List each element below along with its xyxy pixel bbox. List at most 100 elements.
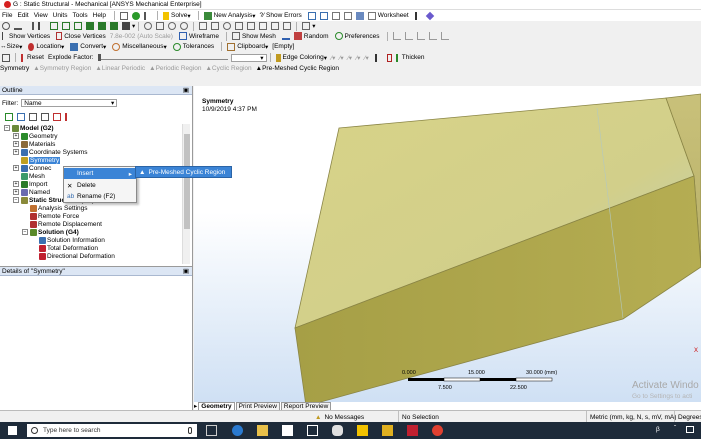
clipboard-button[interactable]: Clipboard ▾ bbox=[225, 42, 268, 51]
expand-node-icon[interactable]: + bbox=[13, 133, 19, 139]
taskbar-search-input[interactable]: Type here to search bbox=[27, 424, 197, 437]
tolerances-button[interactable]: Tolerances bbox=[171, 42, 214, 51]
size-button[interactable]: ↔ Size ▾ bbox=[0, 43, 22, 51]
check-icon[interactable] bbox=[132, 11, 141, 20]
expand-node-icon[interactable]: + bbox=[13, 189, 19, 195]
tree-node[interactable]: Mesh bbox=[13, 172, 45, 180]
chevron-down-icon[interactable]: ▾ bbox=[132, 22, 135, 30]
tree-node[interactable]: − Model (G2) bbox=[4, 124, 54, 132]
collapse-node-icon[interactable]: − bbox=[13, 197, 19, 203]
zoom-to-fit-icon[interactable] bbox=[211, 22, 220, 30]
task-view-icon[interactable] bbox=[206, 425, 217, 436]
edge-direction-icon[interactable] bbox=[392, 32, 401, 40]
magnifier-icon[interactable] bbox=[223, 22, 232, 30]
cloud-icon[interactable] bbox=[332, 425, 343, 436]
tree-node[interactable]: + Connec bbox=[13, 164, 51, 172]
ctx-insert[interactable]: Insert ▸ bbox=[64, 168, 136, 179]
slider-thumb[interactable] bbox=[97, 54, 101, 61]
location-button[interactable]: Location ▾ bbox=[26, 42, 64, 51]
network-icon[interactable] bbox=[686, 426, 694, 433]
reset-button[interactable]: Reset bbox=[19, 53, 44, 62]
tree-node[interactable]: Solution Information bbox=[31, 236, 105, 244]
worksheet-button[interactable]: Worksheet bbox=[366, 11, 409, 20]
expand-icon[interactable] bbox=[17, 113, 25, 121]
report-icon[interactable] bbox=[331, 11, 340, 20]
status-messages[interactable]: ▲ No Messages bbox=[312, 411, 364, 422]
table-icon[interactable] bbox=[307, 11, 316, 20]
face-select-icon[interactable] bbox=[50, 22, 58, 30]
menu-edit[interactable]: Edit bbox=[17, 12, 28, 19]
tab-scroll-left-icon[interactable]: ▸ bbox=[194, 402, 197, 410]
explode-dropdown[interactable]: ▾ bbox=[230, 53, 267, 62]
edge-style-4-button[interactable]: ∕▾ bbox=[356, 54, 360, 62]
solve-button[interactable]: Solve ▾ bbox=[161, 11, 191, 20]
set-view-icon[interactable] bbox=[283, 22, 292, 30]
geometry-model[interactable] bbox=[194, 86, 701, 402]
cyclic-region-button[interactable]: ▲ Cyclic Region bbox=[205, 65, 251, 72]
expand-node-icon[interactable]: + bbox=[13, 141, 19, 147]
view-icon[interactable] bbox=[355, 11, 364, 20]
point-select-icon[interactable] bbox=[14, 22, 22, 30]
box-zoom-icon[interactable] bbox=[199, 22, 208, 30]
chrome-icon[interactable] bbox=[432, 425, 443, 436]
edge-style-3-button[interactable]: ∕▾ bbox=[348, 54, 352, 62]
wireframe-button[interactable]: Wireframe bbox=[177, 32, 219, 40]
pointer-icon[interactable] bbox=[38, 22, 46, 30]
tree-node[interactable]: Directional Deformation bbox=[31, 252, 115, 260]
random-colors-button[interactable]: Random bbox=[292, 32, 329, 40]
tab-geometry[interactable]: Geometry bbox=[198, 402, 235, 410]
close-vertices-button[interactable]: Close Vertices bbox=[54, 32, 106, 40]
menu-help[interactable]: Help bbox=[93, 12, 106, 19]
tag-icon[interactable] bbox=[425, 11, 434, 20]
selection-filter-icon[interactable] bbox=[110, 22, 118, 30]
magnifier-window-icon[interactable] bbox=[235, 22, 244, 30]
show-vertices-button[interactable]: Show Vertices bbox=[0, 32, 50, 40]
expand-all-icon[interactable] bbox=[41, 113, 49, 121]
select-mode-icon[interactable] bbox=[122, 22, 130, 30]
ctx-rename[interactable]: ab Rename (F2) bbox=[64, 191, 136, 202]
ctx-delete[interactable]: ✕ Delete bbox=[64, 180, 136, 191]
edge-direction-icon[interactable] bbox=[440, 32, 449, 40]
rotate-icon[interactable] bbox=[2, 22, 10, 30]
tab-report-preview[interactable]: Report Preview bbox=[280, 402, 332, 410]
edge-browser-icon[interactable] bbox=[232, 425, 243, 436]
next-view-icon[interactable] bbox=[259, 22, 268, 30]
filter-dropdown[interactable]: Name ▾ bbox=[21, 99, 118, 107]
edge-direction-icon[interactable] bbox=[428, 32, 437, 40]
extend-icon[interactable] bbox=[86, 22, 94, 30]
tree-node[interactable]: + Coordinate Systems bbox=[13, 148, 88, 156]
status-units[interactable]: Metric (mm, kg, N, s, mV, mA) bbox=[586, 411, 676, 422]
microphone-icon[interactable] bbox=[188, 427, 192, 434]
graphics-viewport[interactable]: Symmetry 10/9/2019 4:37 PM X 0.000 15.00… bbox=[194, 86, 701, 402]
scrollbar-thumb[interactable] bbox=[184, 134, 190, 229]
collapse-node-icon[interactable]: − bbox=[4, 125, 10, 131]
expand-node-icon[interactable]: + bbox=[13, 165, 19, 171]
show-mesh-button[interactable]: Show Mesh bbox=[230, 32, 276, 40]
tree-node[interactable]: Remote Force bbox=[22, 212, 79, 220]
ansys-app-icon[interactable] bbox=[382, 425, 393, 436]
tree-node[interactable]: + Materials bbox=[13, 140, 55, 148]
tree-node[interactable]: Analysis Settings bbox=[22, 204, 88, 212]
user-icon[interactable]: β bbox=[656, 426, 660, 433]
tree-node[interactable]: + Import bbox=[13, 180, 47, 188]
show-errors-button[interactable]: ?⁄ Show Errors bbox=[260, 12, 302, 19]
collapse-node-icon[interactable]: − bbox=[22, 229, 28, 235]
menu-tools[interactable]: Tools bbox=[72, 12, 87, 19]
tray-expand-icon[interactable]: ˆ bbox=[674, 425, 676, 432]
expand-node-icon[interactable]: + bbox=[13, 149, 19, 155]
miscellaneous-button[interactable]: Miscellaneous ▾ bbox=[110, 42, 167, 51]
pin-icon[interactable]: ▣ bbox=[183, 86, 189, 94]
insert-submenu-pre-meshed-cyclic[interactable]: ▲ Pre-Meshed Cyclic Region bbox=[135, 166, 232, 178]
pre-meshed-cyclic-button[interactable]: ▲ Pre-Meshed Cyclic Region bbox=[256, 65, 339, 72]
file-explorer-icon[interactable] bbox=[257, 425, 268, 436]
edge-direction-icon[interactable] bbox=[416, 32, 425, 40]
zoom-icon[interactable] bbox=[168, 22, 177, 30]
menu-file[interactable]: File bbox=[2, 12, 12, 19]
edge-select-icon[interactable] bbox=[26, 22, 34, 30]
tree-node[interactable]: − Solution (G4) bbox=[22, 228, 79, 236]
new-analysis-button[interactable]: New Analysis ▾ bbox=[202, 11, 256, 20]
menu-view[interactable]: View bbox=[34, 12, 48, 19]
thicken-button[interactable]: Thicken bbox=[394, 53, 425, 62]
body-select-icon[interactable] bbox=[62, 22, 70, 30]
window-layout-icon[interactable] bbox=[302, 22, 311, 30]
